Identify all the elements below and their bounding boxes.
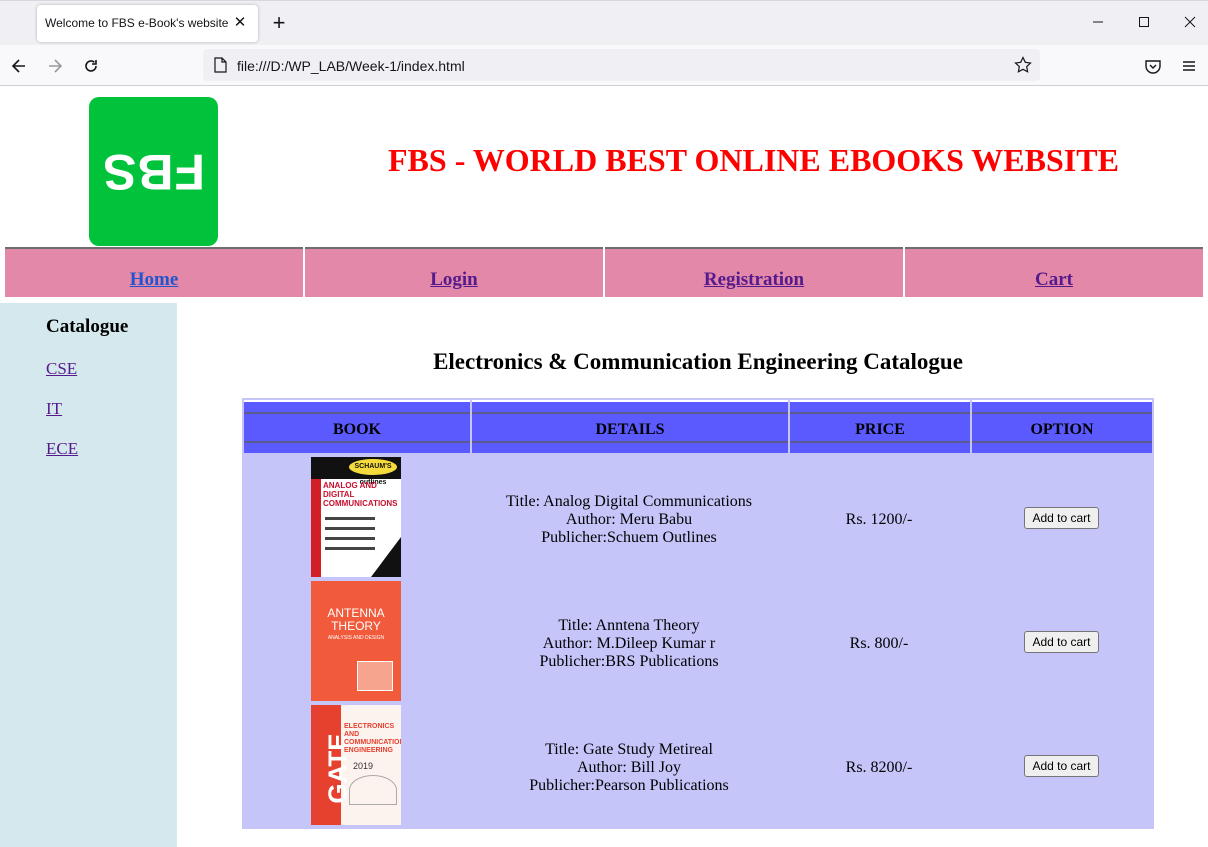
sidebar-link-cse[interactable]: CSE: [46, 359, 77, 379]
cart-link[interactable]: Cart: [1035, 269, 1073, 290]
book-price: Rs. 1200/-: [845, 511, 913, 528]
book-publisher: Publicher:BRS Publications: [539, 653, 719, 670]
tab-title: Welcome to FBS e-Book's website: [45, 16, 229, 30]
table-row: ANTENNA THEORY ANALYSIS AND DESIGN Title…: [242, 579, 1154, 703]
web-page: FBS FBS - WORLD BEST ONLINE EBOOKS WEBSI…: [0, 87, 1208, 847]
book-details: Title: Analog Digital Communications Aut…: [472, 493, 786, 547]
book-price: Rs. 8200/-: [845, 759, 913, 776]
table-row: GATE ELECTRONICS AND COMMUNICATION ENGIN…: [242, 703, 1154, 827]
table-row: SCHAUM'S outlines ANALOG AND DIGITAL COM…: [242, 455, 1154, 579]
menu-cell-login: Login: [305, 247, 603, 297]
header-price: PRICE: [790, 400, 970, 453]
book-title: Title: Gate Study Metireal: [545, 741, 713, 758]
registration-link[interactable]: Registration: [704, 269, 804, 290]
minimize-icon[interactable]: [1083, 10, 1113, 36]
catalogue-sidebar: Catalogue CSE IT ECE: [0, 303, 177, 847]
book-publisher: Publicher:Pearson Publications: [529, 777, 729, 794]
maximize-icon[interactable]: [1129, 10, 1159, 36]
sidebar-heading: Catalogue: [46, 316, 129, 337]
table-header: BOOK DETAILS PRICE OPTION: [242, 398, 1154, 455]
book-title: Title: Anntena Theory: [558, 617, 700, 634]
close-window-icon[interactable]: [1175, 10, 1205, 36]
hamburger-menu-icon[interactable]: [1176, 53, 1202, 79]
book-title: Title: Analog Digital Communications: [505, 493, 753, 510]
book-cover-image: SCHAUM'S outlines ANALOG AND DIGITAL COM…: [311, 457, 401, 577]
menu-cell-registration: Registration: [605, 247, 903, 297]
menu-cell-home: Home: [5, 247, 303, 297]
book-author: Author: M.Dileep Kumar r: [542, 635, 716, 652]
navigation-toolbar: file:///D:/WP_LAB/Week-1/index.html: [0, 45, 1208, 86]
book-publisher: Publicher:Schuem Outlines: [541, 529, 717, 546]
book-cover-image: ANTENNA THEORY ANALYSIS AND DESIGN: [311, 581, 401, 701]
header-option: OPTION: [972, 400, 1152, 453]
url-text: file:///D:/WP_LAB/Week-1/index.html: [237, 58, 465, 74]
login-link[interactable]: Login: [430, 269, 478, 290]
new-tab-icon[interactable]: +: [266, 11, 292, 37]
book-details: Title: Gate Study Metireal Author: Bill …: [472, 741, 786, 795]
book-details: Title: Anntena Theory Author: M.Dileep K…: [472, 617, 786, 671]
fbs-logo: FBS: [89, 97, 218, 246]
logo-text: FBS: [102, 144, 205, 200]
book-cover-image: GATE ELECTRONICS AND COMMUNICATION ENGIN…: [311, 705, 401, 825]
book-author: Author: Meru Babu: [565, 511, 693, 528]
header-book: BOOK: [244, 400, 470, 453]
browser-tab[interactable]: Welcome to FBS e-Book's website ✕: [37, 5, 258, 42]
header-details: DETAILS: [472, 400, 788, 453]
back-arrow-icon[interactable]: [6, 53, 32, 79]
tab-strip: Welcome to FBS e-Book's website ✕ +: [0, 0, 1208, 45]
site-title: FBS - WORLD BEST ONLINE EBOOKS WEBSITE: [388, 142, 1119, 178]
catalogue-title: Electronics & Communication Engineering …: [433, 349, 963, 374]
page-icon: [213, 57, 227, 78]
add-to-cart-button[interactable]: Add to cart: [1024, 631, 1099, 653]
book-price: Rs. 800/-: [849, 635, 909, 652]
book-author: Author: Bill Joy: [576, 759, 681, 776]
add-to-cart-button[interactable]: Add to cart: [1024, 507, 1099, 529]
main-menu: Home Login Registration Cart: [5, 247, 1203, 297]
bookmark-star-icon[interactable]: [1014, 56, 1032, 79]
sidebar-link-ece[interactable]: ECE: [46, 439, 78, 459]
sidebar-link-it[interactable]: IT: [46, 399, 62, 419]
menu-cell-cart: Cart: [905, 247, 1203, 297]
home-link[interactable]: Home: [130, 269, 179, 290]
address-bar[interactable]: file:///D:/WP_LAB/Week-1/index.html: [203, 49, 1040, 81]
close-tab-icon[interactable]: ✕: [230, 13, 250, 33]
pocket-icon[interactable]: [1140, 53, 1166, 79]
book-table: BOOK DETAILS PRICE OPTION SCHAUM'S outli…: [242, 398, 1154, 829]
forward-arrow-icon[interactable]: [42, 53, 68, 79]
reload-icon[interactable]: [78, 53, 104, 79]
add-to-cart-button[interactable]: Add to cart: [1024, 755, 1099, 777]
